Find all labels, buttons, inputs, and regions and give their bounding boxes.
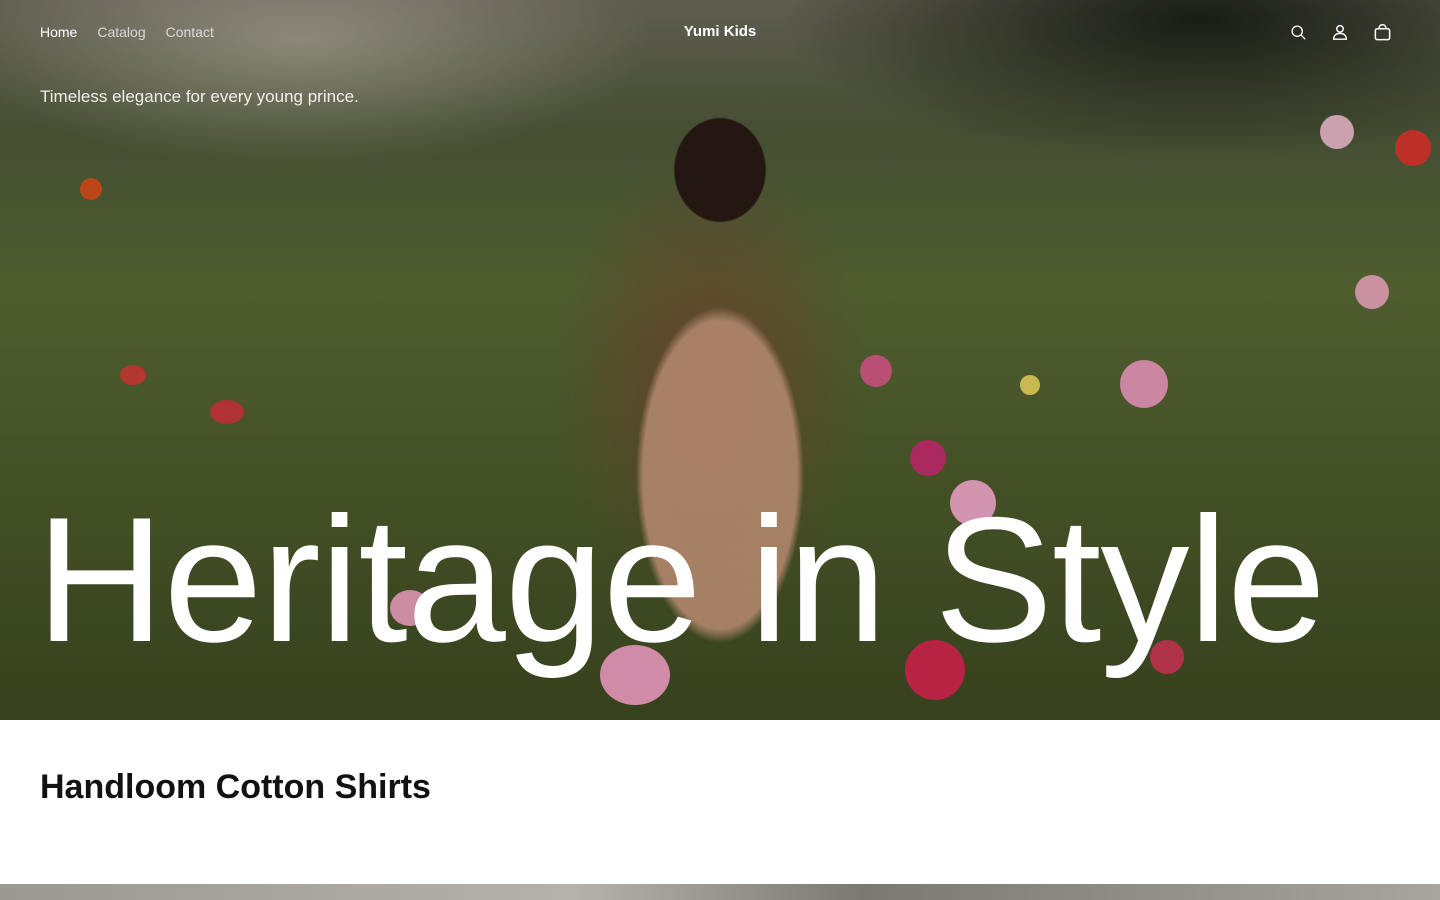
cart-icon[interactable] <box>1370 20 1394 44</box>
nav-link-home[interactable]: Home <box>40 22 77 42</box>
nav-link-catalog[interactable]: Catalog <box>97 22 145 42</box>
hero-tagline: Timeless elegance for every young prince… <box>40 87 359 106</box>
header-icons <box>1286 20 1394 44</box>
search-icon[interactable] <box>1286 20 1310 44</box>
main-navigation: Home Catalog Contact <box>40 22 214 42</box>
hero-headline: Heritage in Style <box>36 480 1326 679</box>
collection-image-preview <box>0 884 1440 900</box>
nav-link-contact[interactable]: Contact <box>166 22 214 42</box>
hero-banner: Home Catalog Contact Yumi Kids Timeless … <box>0 0 1440 720</box>
collection-title: Handloom Cotton Shirts <box>40 768 431 806</box>
brand-logo[interactable]: Yumi Kids <box>684 23 757 40</box>
account-icon[interactable] <box>1328 20 1352 44</box>
